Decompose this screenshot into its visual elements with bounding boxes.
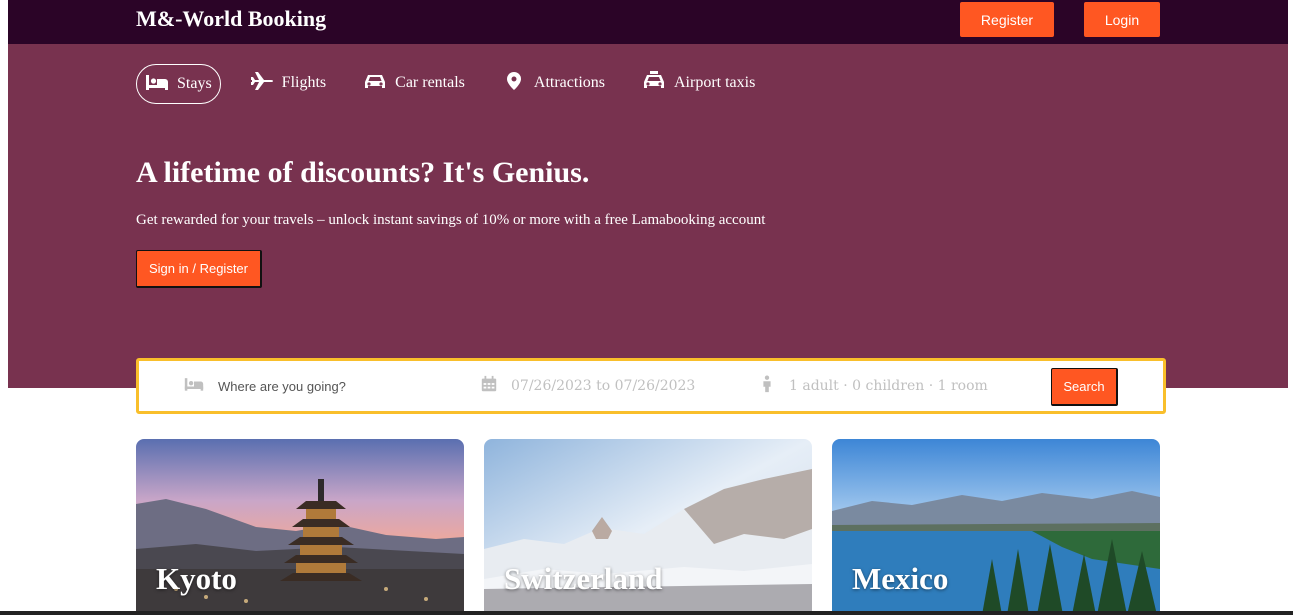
destination-input[interactable] (216, 377, 420, 395)
destination-card-switzerland[interactable]: Switzerland (484, 439, 812, 615)
top-navbar: M&-World Booking Register Login (8, 0, 1288, 44)
brand-logo[interactable]: M&-World Booking (136, 6, 326, 32)
hero-section: Stays Flights Car rentals Attractions Ai… (8, 44, 1288, 388)
page-bottom-edge (0, 611, 1293, 615)
car-icon (363, 71, 387, 96)
tab-label: Stays (177, 75, 212, 92)
destination-card-kyoto[interactable]: Kyoto (136, 439, 464, 615)
login-button[interactable]: Login (1084, 2, 1160, 37)
category-tabs: Stays Flights Car rentals Attractions Ai… (136, 64, 784, 104)
card-title: Mexico (852, 561, 949, 596)
featured-destinations: Kyoto Switzerland Mexico (136, 439, 1160, 615)
tab-label: Car rentals (395, 74, 465, 91)
tab-attractions[interactable]: Attractions (494, 64, 613, 102)
date-range-field[interactable]: 07/26/2023 to 07/26/2023 (479, 361, 695, 411)
tab-label: Flights (281, 74, 327, 91)
search-button[interactable]: Search (1051, 368, 1118, 406)
location-pin-icon (502, 71, 526, 96)
page-frame: M&-World Booking Register Login Stays Fl… (8, 0, 1288, 615)
register-button[interactable]: Register (960, 2, 1054, 37)
tab-stays[interactable]: Stays (136, 64, 221, 104)
destination-card-mexico[interactable]: Mexico (832, 439, 1160, 615)
bed-icon (145, 72, 169, 97)
tab-flights[interactable]: Flights (242, 64, 334, 102)
card-title: Kyoto (156, 561, 237, 596)
guests-text: 1 adult · 0 children · 1 room (789, 378, 988, 394)
date-range-text: 07/26/2023 to 07/26/2023 (511, 378, 696, 394)
tab-label: Attractions (533, 74, 605, 91)
bed-icon (184, 375, 204, 397)
hero-description: Get rewarded for your travels – unlock i… (136, 212, 766, 228)
card-title: Switzerland (504, 561, 663, 596)
hero-title: A lifetime of discounts? It's Genius. (136, 156, 590, 189)
taxi-icon (642, 70, 666, 96)
person-icon (757, 375, 777, 397)
sign-in-register-button[interactable]: Sign in / Register (136, 250, 262, 288)
destination-field[interactable] (184, 361, 420, 411)
tab-car-rentals[interactable]: Car rentals (355, 64, 473, 102)
tab-airport-taxis[interactable]: Airport taxis (634, 64, 763, 102)
search-bar: 07/26/2023 to 07/26/2023 1 adult · 0 chi… (136, 358, 1166, 414)
guests-field[interactable]: 1 adult · 0 children · 1 room (757, 361, 988, 411)
plane-icon (250, 71, 274, 96)
tab-label: Airport taxis (673, 74, 756, 91)
calendar-icon (479, 375, 499, 397)
